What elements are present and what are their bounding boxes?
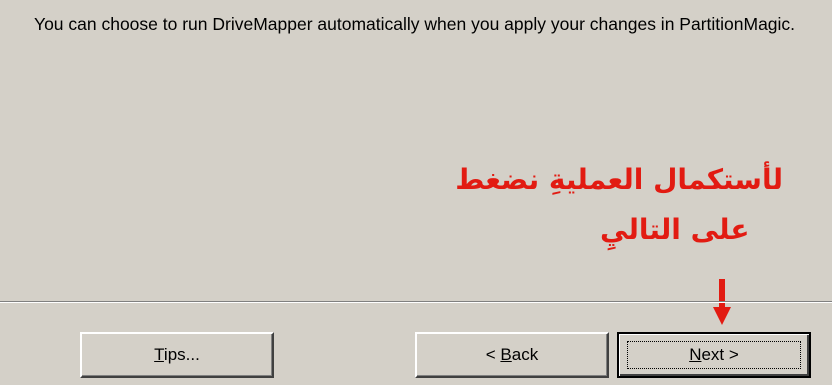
separator-line xyxy=(0,301,832,303)
next-button-label: Next > xyxy=(689,345,739,364)
next-button[interactable]: Next > xyxy=(617,332,811,378)
tips-button-label: Tips... xyxy=(154,345,200,364)
annotation-text-line-2: على التاليِ xyxy=(600,213,750,246)
back-button-label: < Back xyxy=(485,345,539,364)
tips-button[interactable]: Tips... xyxy=(80,332,274,378)
drivemapper-wizard-page: You can choose to run DriveMapper automa… xyxy=(0,0,832,385)
wizard-description: You can choose to run DriveMapper automa… xyxy=(34,14,796,34)
annotation-text-line-1: لأستكمال العمليةِ نضغط xyxy=(455,163,783,196)
back-button[interactable]: < Back xyxy=(415,332,609,378)
